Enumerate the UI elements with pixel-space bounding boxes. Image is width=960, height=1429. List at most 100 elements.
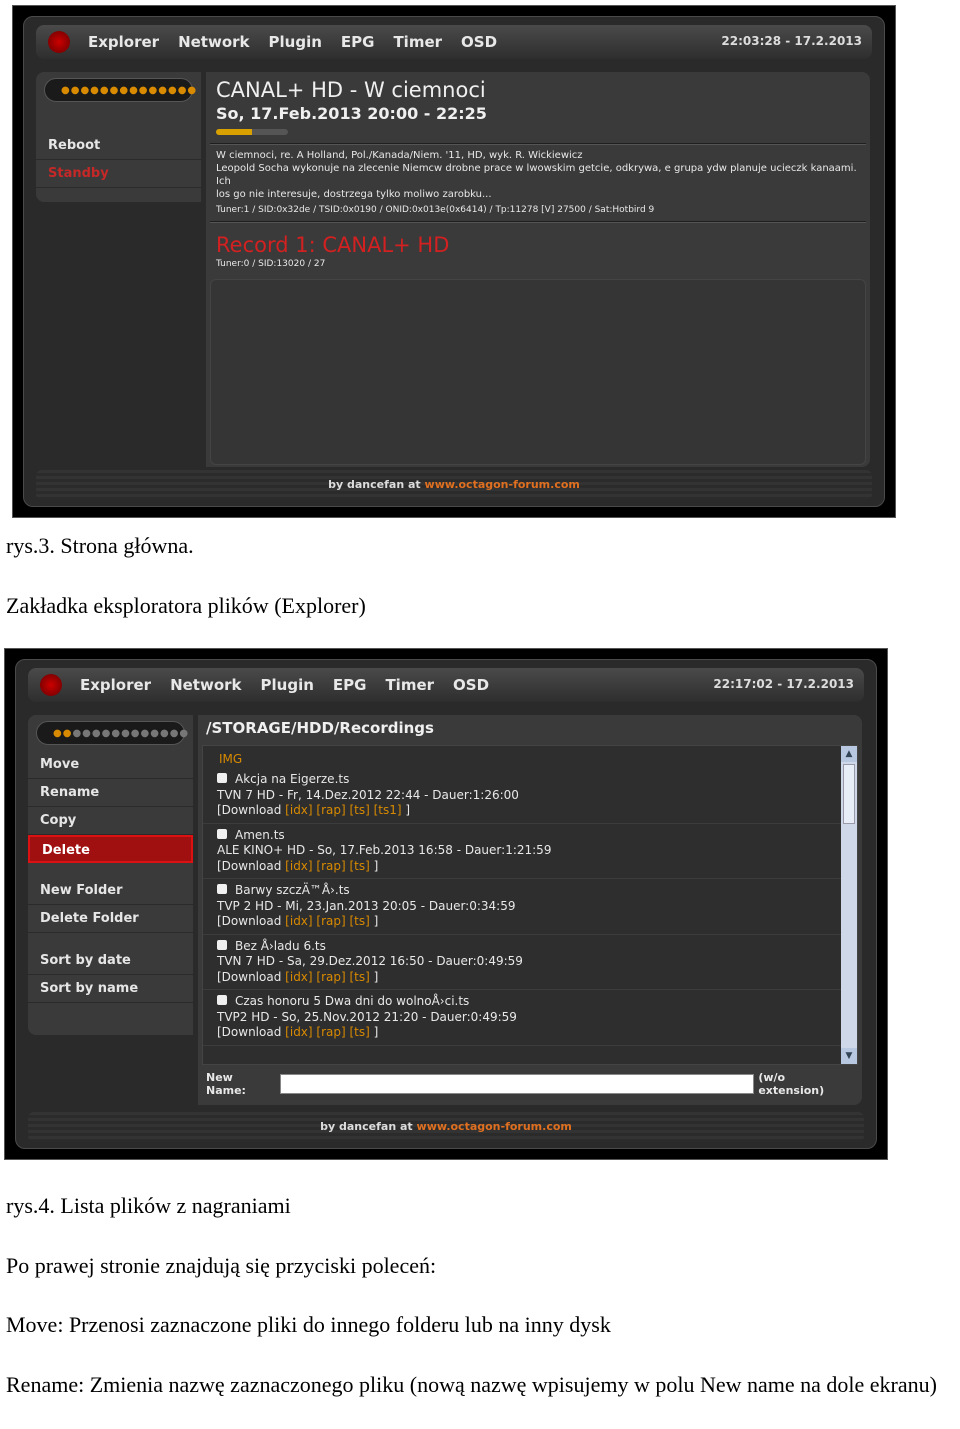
scroll-down-icon[interactable]: ▼ bbox=[841, 1048, 857, 1064]
scroll-thumb[interactable] bbox=[843, 764, 855, 824]
program-description-line: los go nie interesuje, dostrzega tylko m… bbox=[216, 189, 492, 200]
new-name-label: New Name: bbox=[206, 1071, 246, 1097]
new-name-suffix: (w/o extension) bbox=[758, 1071, 825, 1097]
file-name: Czas honoru 5 Dwa dni do wolnoÅ›ci.ts bbox=[235, 994, 470, 1008]
tuner-info: Tuner:1 / SID:0x32de / TSID:0x0190 / ONI… bbox=[216, 205, 655, 215]
program-progress-bar bbox=[216, 129, 288, 135]
volume-control[interactable]: ●●●●●●●●●●●●●● bbox=[36, 721, 188, 745]
channel-title: CANAL+ HD - W ciemnoci bbox=[216, 78, 486, 102]
paragraph: Move: Przenosi zaznaczone pliki do inneg… bbox=[6, 1312, 611, 1337]
heading-explorer: Zakładka eksploratora plików (Explorer) bbox=[6, 593, 366, 618]
clock: 22:03:28 - 17.2.2013 bbox=[721, 34, 862, 48]
nav-explorer[interactable]: Explorer bbox=[80, 676, 151, 694]
volume-control[interactable]: ●●●●●●●●●●●●●● bbox=[44, 78, 196, 102]
nav-epg[interactable]: EPG bbox=[341, 33, 375, 51]
file-checkbox[interactable] bbox=[217, 884, 227, 894]
logo-icon bbox=[40, 674, 62, 696]
download-links[interactable]: [idx] [rap] [ts] bbox=[285, 914, 370, 928]
clock: 22:17:02 - 17.2.2013 bbox=[713, 677, 854, 691]
file-info: TVP2 HD - So, 25.Nov.2012 21:20 - Dauer:… bbox=[217, 1009, 517, 1024]
footer: by dancefan at www.octagon-forum.com bbox=[36, 470, 872, 500]
download-label: [Download bbox=[217, 803, 282, 817]
reboot-button[interactable]: Reboot bbox=[36, 132, 201, 160]
record-tuner-info: Tuner:0 / SID:13020 / 27 bbox=[216, 259, 326, 269]
top-nav-bar: Explorer Network Plugin EPG Timer OSD 22… bbox=[36, 25, 872, 59]
program-time: So, 17.Feb.2013 20:00 - 22:25 bbox=[216, 104, 487, 123]
footer-link[interactable]: www.octagon-forum.com bbox=[425, 478, 580, 491]
nav-epg[interactable]: EPG bbox=[333, 676, 367, 694]
delete-button[interactable]: Delete bbox=[28, 835, 193, 863]
program-description-line: W ciemnoci, re. A Holland, Pol./Kanada/N… bbox=[216, 150, 583, 161]
file-row: Akcja na Eigerze.ts TVN 7 HD - Fr, 14.Dez… bbox=[203, 768, 857, 824]
sidebar: ●● ●●●●●●●●●●●● Move Rename Copy Delete N… bbox=[28, 715, 193, 1035]
nav-timer[interactable]: Timer bbox=[393, 33, 442, 51]
download-end: ] bbox=[369, 969, 379, 984]
footer-by: by dancefan at bbox=[320, 1120, 413, 1133]
rename-button[interactable]: Rename bbox=[28, 779, 193, 807]
file-info: TVP 2 HD - Mi, 23.Jan.2013 20:05 - Dauer… bbox=[217, 898, 516, 913]
nav-explorer[interactable]: Explorer bbox=[88, 33, 159, 51]
download-end: ] bbox=[369, 858, 379, 873]
volume-level-icon: ●● bbox=[53, 727, 73, 739]
file-row: Barwy szczÄ™Å›.ts TVP 2 HD - Mi, 23.Jan.2… bbox=[203, 879, 857, 935]
file-list: IMG Akcja na Eigerze.ts TVN 7 HD - Fr, 14… bbox=[202, 745, 858, 1065]
scroll-up-icon[interactable]: ▲ bbox=[841, 746, 857, 762]
file-name: Bez Å›ladu 6.ts bbox=[235, 938, 326, 953]
nav-network[interactable]: Network bbox=[170, 676, 241, 694]
logo-icon bbox=[48, 31, 70, 53]
file-info: ALE KINO+ HD - So, 17.Feb.2013 16:58 - D… bbox=[217, 843, 552, 857]
sort-by-date-button[interactable]: Sort by date bbox=[28, 947, 193, 975]
record-status: Record 1: CANAL+ HD bbox=[216, 233, 450, 257]
file-row: Czas honoru 5 Dwa dni do wolnoÅ›ci.ts TVP… bbox=[203, 990, 857, 1046]
top-nav-bar: Explorer Network Plugin EPG Timer OSD 22… bbox=[28, 668, 864, 702]
file-row: Bez Å›ladu 6.ts TVN 7 HD - Sa, 29.Dez.201… bbox=[203, 935, 857, 990]
download-end: ] bbox=[401, 803, 411, 817]
main-panel: /STORAGE/HDD/Recordings IMG Akcja na Eig… bbox=[198, 715, 862, 1105]
empty-panel bbox=[210, 279, 866, 465]
main-page-screenshot: Explorer Network Plugin EPG Timer OSD 22… bbox=[12, 5, 896, 518]
download-links[interactable]: [idx] [rap] [ts] bbox=[285, 970, 370, 984]
footer: by dancefan at www.octagon-forum.com bbox=[28, 1112, 864, 1142]
download-links[interactable]: [idx] [rap] [ts] [ts1] bbox=[285, 803, 401, 817]
nav-plugin[interactable]: Plugin bbox=[269, 33, 322, 51]
nav-plugin[interactable]: Plugin bbox=[261, 676, 314, 694]
paragraph: Po prawej stronie znajdują się przyciski… bbox=[6, 1253, 437, 1278]
download-label: [Download bbox=[217, 858, 282, 873]
sidebar: ●●●●●●●●●●●●●● Reboot Standby bbox=[36, 72, 201, 202]
scrollbar[interactable]: ▲ ▼ bbox=[841, 746, 857, 1064]
footer-by: by dancefan at bbox=[328, 478, 421, 491]
download-label: [Download bbox=[217, 1025, 282, 1039]
file-checkbox[interactable] bbox=[217, 939, 227, 950]
download-end: ] bbox=[369, 1025, 379, 1039]
delete-folder-button[interactable]: Delete Folder bbox=[28, 905, 193, 933]
file-checkbox[interactable] bbox=[217, 773, 227, 783]
webif-frame: Explorer Network Plugin EPG Timer OSD 22… bbox=[15, 659, 877, 1149]
new-folder-button[interactable]: New Folder bbox=[28, 877, 193, 905]
divider bbox=[210, 221, 866, 223]
footer-link[interactable]: www.octagon-forum.com bbox=[417, 1120, 572, 1133]
file-checkbox[interactable] bbox=[217, 995, 227, 1005]
folder-img[interactable]: IMG bbox=[203, 746, 857, 768]
program-description-line: Leopold Socha wykonuje na zlecenie Niemc… bbox=[216, 163, 857, 187]
sort-by-name-button[interactable]: Sort by name bbox=[28, 975, 193, 1003]
move-button[interactable]: Move bbox=[28, 751, 193, 779]
download-links[interactable]: [idx] [rap] [ts] bbox=[285, 859, 370, 873]
nav-osd[interactable]: OSD bbox=[453, 676, 489, 694]
current-path: /STORAGE/HDD/Recordings bbox=[206, 719, 434, 737]
caption-1: rys.3. Strona główna. bbox=[6, 533, 194, 558]
nav-timer[interactable]: Timer bbox=[385, 676, 434, 694]
volume-rest-icon: ●●●●●●●●●●●● bbox=[72, 727, 190, 739]
nav-osd[interactable]: OSD bbox=[461, 33, 497, 51]
download-links[interactable]: [idx] [rap] [ts] bbox=[285, 1025, 370, 1039]
standby-button[interactable]: Standby bbox=[36, 160, 201, 188]
file-name: Akcja na Eigerze.ts bbox=[235, 772, 350, 786]
nav-network[interactable]: Network bbox=[178, 33, 249, 51]
webif-frame: Explorer Network Plugin EPG Timer OSD 22… bbox=[23, 16, 885, 507]
file-name: Amen.ts bbox=[235, 827, 285, 842]
new-name-input[interactable] bbox=[280, 1074, 755, 1094]
download-label: [Download bbox=[217, 914, 282, 928]
file-checkbox[interactable] bbox=[217, 828, 227, 839]
download-label: [Download bbox=[217, 969, 282, 984]
copy-button[interactable]: Copy bbox=[28, 807, 193, 835]
download-end: ] bbox=[369, 914, 379, 928]
